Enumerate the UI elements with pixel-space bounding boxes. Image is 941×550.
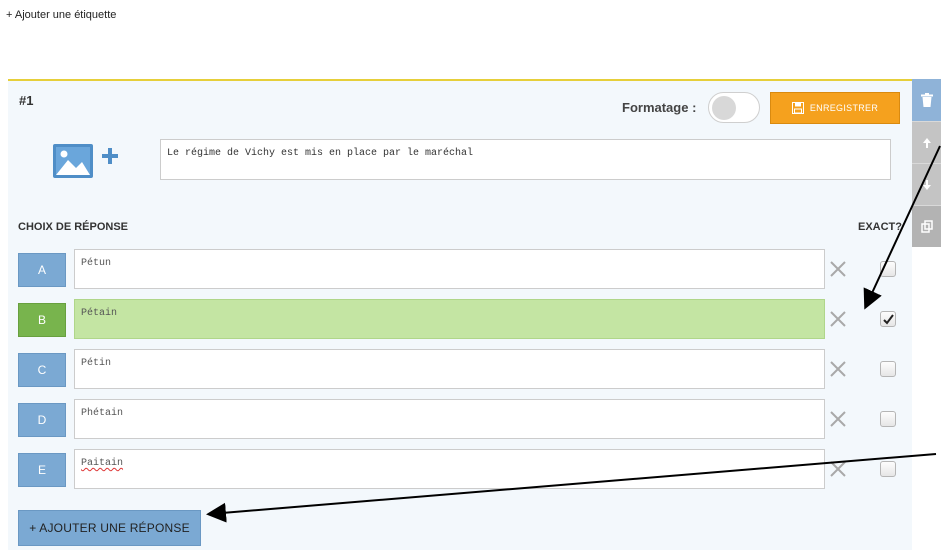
close-icon[interactable] [829, 260, 847, 278]
move-down-button[interactable] [912, 163, 941, 205]
format-toggle[interactable] [708, 92, 760, 123]
answer-letter: A [18, 253, 66, 287]
exact-checkbox[interactable] [880, 411, 896, 427]
answer-row: D Phétain [0, 399, 941, 439]
add-label-link[interactable]: + Ajouter une étiquette [6, 9, 116, 21]
answer-row: A Pétun [0, 249, 941, 289]
exact-checkbox[interactable] [880, 261, 896, 277]
exact-checkbox[interactable] [880, 361, 896, 377]
answer-field[interactable]: Pétun [74, 249, 825, 289]
save-icon [791, 102, 804, 114]
duplicate-button[interactable] [912, 205, 941, 247]
close-icon[interactable] [829, 410, 847, 428]
move-up-button[interactable] [912, 121, 941, 163]
close-icon[interactable] [829, 360, 847, 378]
save-label: ENREGISTRER [809, 103, 879, 113]
answer-letter: E [18, 453, 66, 487]
answer-letter: B [18, 303, 66, 337]
answer-letter: D [18, 403, 66, 437]
answer-row: E Paitain [0, 449, 941, 489]
answer-row: C Pétin [0, 349, 941, 389]
answer-field[interactable]: Phétain [74, 399, 825, 439]
exact-heading: EXACT? [858, 221, 902, 233]
exact-checkbox[interactable] [880, 311, 896, 327]
answer-field[interactable]: Pétin [74, 349, 825, 389]
add-image-icon [53, 144, 118, 178]
arrow-down-icon [922, 179, 931, 190]
delete-button[interactable] [912, 79, 941, 121]
choices-heading: CHOIX DE RÉPONSE [18, 221, 129, 233]
arrow-up-icon [922, 137, 931, 148]
trash-icon [920, 93, 933, 107]
answer-row: B Pétain [0, 299, 941, 339]
answer-field[interactable]: Paitain [74, 449, 825, 489]
side-toolbar [912, 79, 941, 247]
save-button[interactable]: ENREGISTRER [770, 92, 900, 124]
format-label: Formatage : [622, 100, 697, 115]
add-image-button[interactable] [52, 140, 122, 182]
toggle-knob [712, 96, 736, 120]
checkmark-icon [882, 313, 894, 325]
exact-checkbox[interactable] [880, 461, 896, 477]
answer-field[interactable]: Pétain [74, 299, 825, 339]
close-icon[interactable] [829, 460, 847, 478]
question-text-field[interactable]: Le régime de Vichy est mis en place par … [160, 139, 891, 180]
answer-letter: C [18, 353, 66, 387]
add-answer-button[interactable]: + AJOUTER UNE RÉPONSE [18, 510, 201, 546]
copy-icon [920, 219, 933, 233]
close-icon[interactable] [829, 310, 847, 328]
question-number: #1 [19, 93, 34, 108]
